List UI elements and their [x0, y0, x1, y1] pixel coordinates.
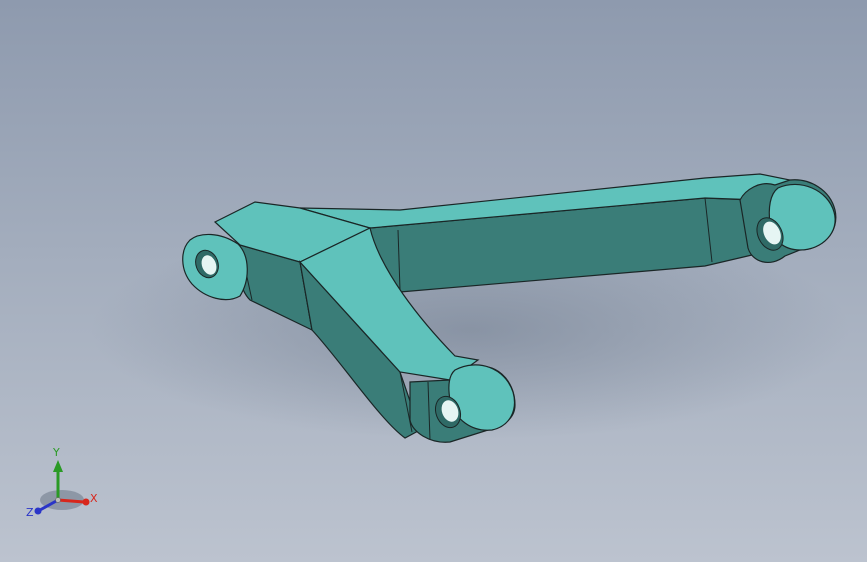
triad-z-label: Z: [26, 506, 34, 519]
triad-x-knob: [82, 498, 90, 506]
triad-y-arrow: [53, 460, 63, 472]
part-model[interactable]: [0, 0, 867, 562]
triad-x-axis: [57, 498, 85, 504]
graphics-viewport[interactable]: Y X Z: [0, 0, 867, 562]
reference-triad[interactable]: Y X Z: [22, 440, 112, 530]
triad-z-knob: [34, 507, 42, 515]
triad-y-label: Y: [52, 446, 60, 459]
triad-x-label: X: [90, 492, 98, 505]
triad-origin: [55, 497, 61, 503]
